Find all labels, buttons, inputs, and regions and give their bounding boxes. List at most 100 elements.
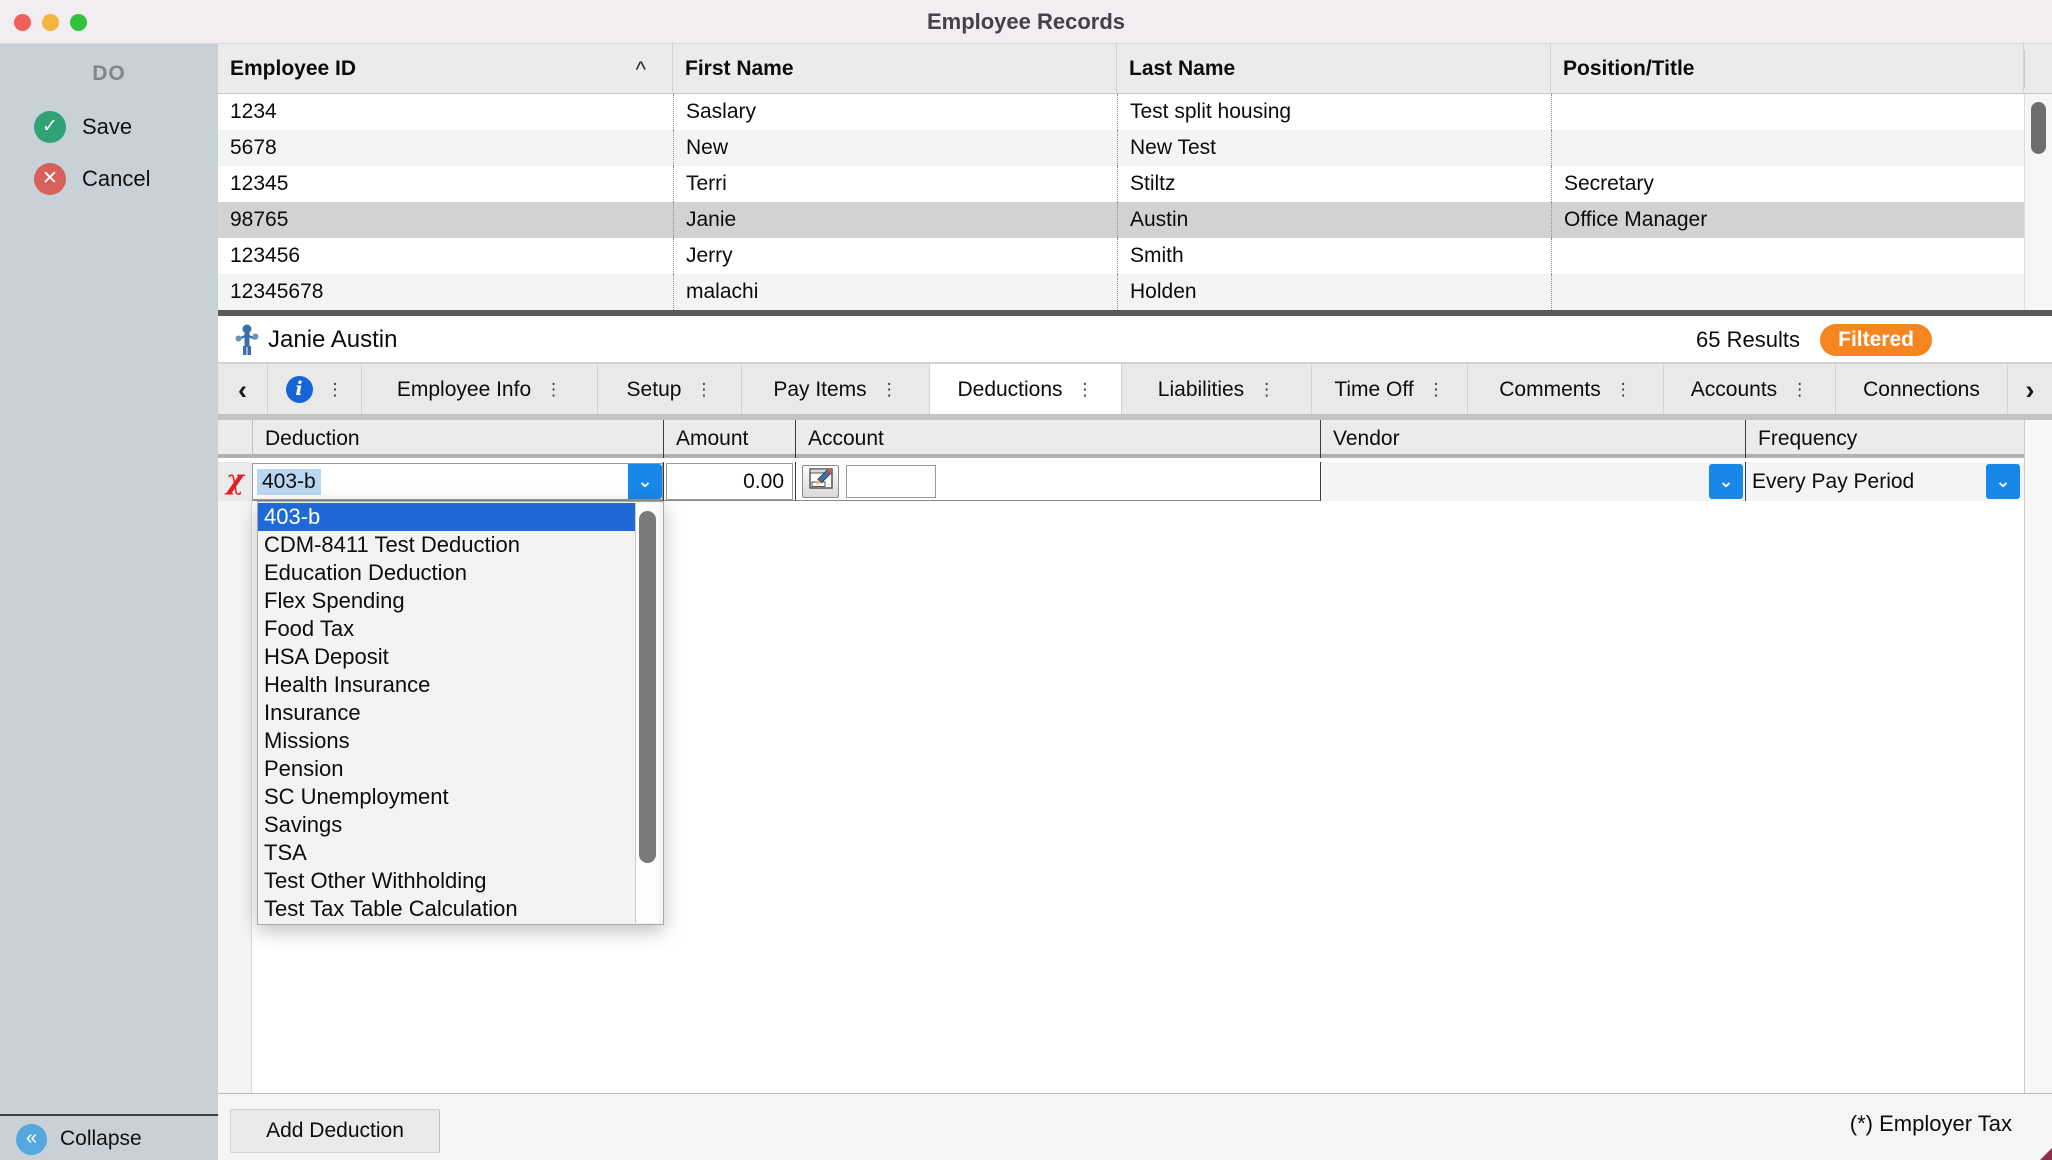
column-header-last-name[interactable]: Last Name [1117,44,1551,94]
cell-first-name[interactable]: Terri [673,166,1117,202]
window-resize-grip[interactable] [2040,1148,2052,1160]
tab-menu-icon[interactable]: ⋮ [881,381,898,398]
cell-first-name[interactable]: Janie [673,202,1117,238]
tab-menu-icon[interactable]: ⋮ [1428,381,1445,398]
dropdown-option[interactable]: TSA [258,839,636,867]
tab-menu-icon[interactable]: ⋮ [1791,381,1808,398]
tab-menu-icon[interactable]: ⋮ [545,381,562,398]
sidebar: DO ✓ Save ✕ Cancel « Collapse [0,44,218,1160]
deduction-value[interactable]: 403-b [257,469,321,495]
scrollbar-thumb[interactable] [2031,102,2046,154]
dropdown-option[interactable]: Health Insurance [258,671,636,699]
dropdown-option[interactable]: Insurance [258,699,636,727]
cell-last-name[interactable]: Smith [1117,238,1551,274]
cell-last-name[interactable]: Test split housing [1117,94,1551,130]
tab-menu-icon[interactable]: ⋮ [1615,381,1632,398]
tab-time-off[interactable]: Time Off⋮ [1312,364,1468,415]
dropdown-option-selected[interactable]: 403-b [258,503,636,531]
column-header-account[interactable]: Account [795,420,1320,458]
amount-input[interactable]: 0.00 [666,463,793,500]
employee-list-scrollbar[interactable] [2024,94,2052,310]
collapse-button[interactable]: « Collapse [0,1114,218,1160]
cell-position[interactable] [1551,130,2024,166]
deduction-combobox[interactable]: 403-b ⌄ [252,463,663,500]
tabs-scroll-left-button[interactable]: ‹ [218,364,268,415]
tab-menu-icon[interactable]: ⋮ [1077,381,1094,398]
cell-last-name[interactable]: Austin [1117,202,1551,238]
tabs-scroll-right-button[interactable]: › [2008,364,2052,415]
account-lookup-button[interactable] [802,465,839,498]
tab-info[interactable]: i ⋮ [268,364,362,415]
cell-position[interactable]: Secretary [1551,166,2024,202]
cell-employee-id[interactable]: 12345 [218,166,673,202]
record-header-bar: Janie Austin 65 Results Filtered [218,316,2052,363]
dropdown-option[interactable]: Education Deduction [258,559,636,587]
delete-deduction-button[interactable]: χ [218,462,252,501]
tab-menu-icon[interactable]: ⋮ [695,381,712,398]
account-input[interactable] [846,465,936,498]
vendor-dropdown-button[interactable]: ⌄ [1709,464,1743,499]
tab-deductions[interactable]: Deductions⋮ [930,364,1122,415]
dropdown-option[interactable]: HSA Deposit [258,643,636,671]
cell-first-name[interactable]: New [673,130,1117,166]
cell-first-name[interactable]: Jerry [673,238,1117,274]
dropdown-option[interactable]: Flex Spending [258,587,636,615]
column-header-deduction[interactable]: Deduction [252,420,663,458]
filtered-badge[interactable]: Filtered [1820,324,1932,356]
cell-last-name[interactable]: Stiltz [1117,166,1551,202]
tab-comments[interactable]: Comments⋮ [1468,364,1664,415]
scrollbar-thumb[interactable] [639,511,656,863]
table-row[interactable]: 5678 New New Test [218,130,2024,166]
cancel-button[interactable]: ✕ Cancel [0,158,218,200]
sort-ascending-icon: ^ [636,45,646,95]
dropdown-option[interactable]: CDM-8411 Test Deduction [258,531,636,559]
frequency-value[interactable]: Every Pay Period [1752,462,1914,501]
column-header-frequency[interactable]: Frequency [1745,420,2024,458]
dropdown-option[interactable]: Missions [258,727,636,755]
column-header-first-name[interactable]: First Name [673,44,1117,94]
dropdown-option[interactable]: SC Unemployment [258,783,636,811]
cell-employee-id[interactable]: 12345678 [218,274,673,310]
dropdown-option[interactable]: Test Tax Table Calculation [258,895,636,923]
dropdown-option[interactable]: Test Other Withholding [258,867,636,895]
tab-employee-info[interactable]: Employee Info⋮ [362,364,598,415]
tab-liabilities[interactable]: Liabilities⋮ [1122,364,1312,415]
dropdown-option[interactable]: Pension [258,755,636,783]
table-row[interactable]: 1234 Saslary Test split housing [218,94,2024,130]
cell-first-name[interactable]: Saslary [673,94,1117,130]
cell-employee-id[interactable]: 123456 [218,238,673,274]
add-deduction-button[interactable]: Add Deduction [230,1109,440,1153]
chevron-down-icon[interactable]: ⌄ [628,464,662,499]
dropdown-scrollbar[interactable] [635,503,659,923]
cell-first-name[interactable]: malachi [673,274,1117,310]
table-row-selected[interactable]: 98765 Janie Austin Office Manager [218,202,2024,238]
cell-employee-id[interactable]: 1234 [218,94,673,130]
tab-setup[interactable]: Setup⋮ [598,364,742,415]
table-row[interactable]: 12345678 malachi Holden [218,274,2024,310]
cell-last-name[interactable]: New Test [1117,130,1551,166]
column-header-vendor[interactable]: Vendor [1320,420,1745,458]
cell-employee-id[interactable]: 98765 [218,202,673,238]
table-row[interactable]: 123456 Jerry Smith [218,238,2024,274]
tab-pay-items[interactable]: Pay Items⋮ [742,364,930,415]
deductions-scrollbar-track[interactable] [2024,420,2052,1093]
save-button[interactable]: ✓ Save [0,106,218,148]
frequency-dropdown-button[interactable]: ⌄ [1986,464,2020,499]
cell-position[interactable] [1551,94,2024,130]
dropdown-option[interactable]: Savings [258,811,636,839]
cell-employee-id[interactable]: 5678 [218,130,673,166]
cell-position[interactable] [1551,238,2024,274]
column-header-position-title[interactable]: Position/Title [1551,44,2024,94]
column-header-employee-id[interactable]: Employee ID ^ [218,44,673,94]
tab-connections[interactable]: Connections [1836,364,2008,415]
table-row[interactable]: 12345 Terri Stiltz Secretary [218,166,2024,202]
column-header-amount[interactable]: Amount [663,420,795,458]
tab-menu-icon[interactable]: ⋮ [1258,381,1275,398]
detail-tab-bar: ‹ i ⋮ Employee Info⋮ Setup⋮ Pay Items⋮ D… [218,363,2052,414]
dropdown-option[interactable]: Food Tax [258,615,636,643]
cell-last-name[interactable]: Holden [1117,274,1551,310]
cell-position[interactable]: Office Manager [1551,202,2024,238]
cell-position[interactable] [1551,274,2024,310]
tab-menu-icon[interactable]: ⋮ [327,381,344,398]
tab-accounts[interactable]: Accounts⋮ [1664,364,1836,415]
